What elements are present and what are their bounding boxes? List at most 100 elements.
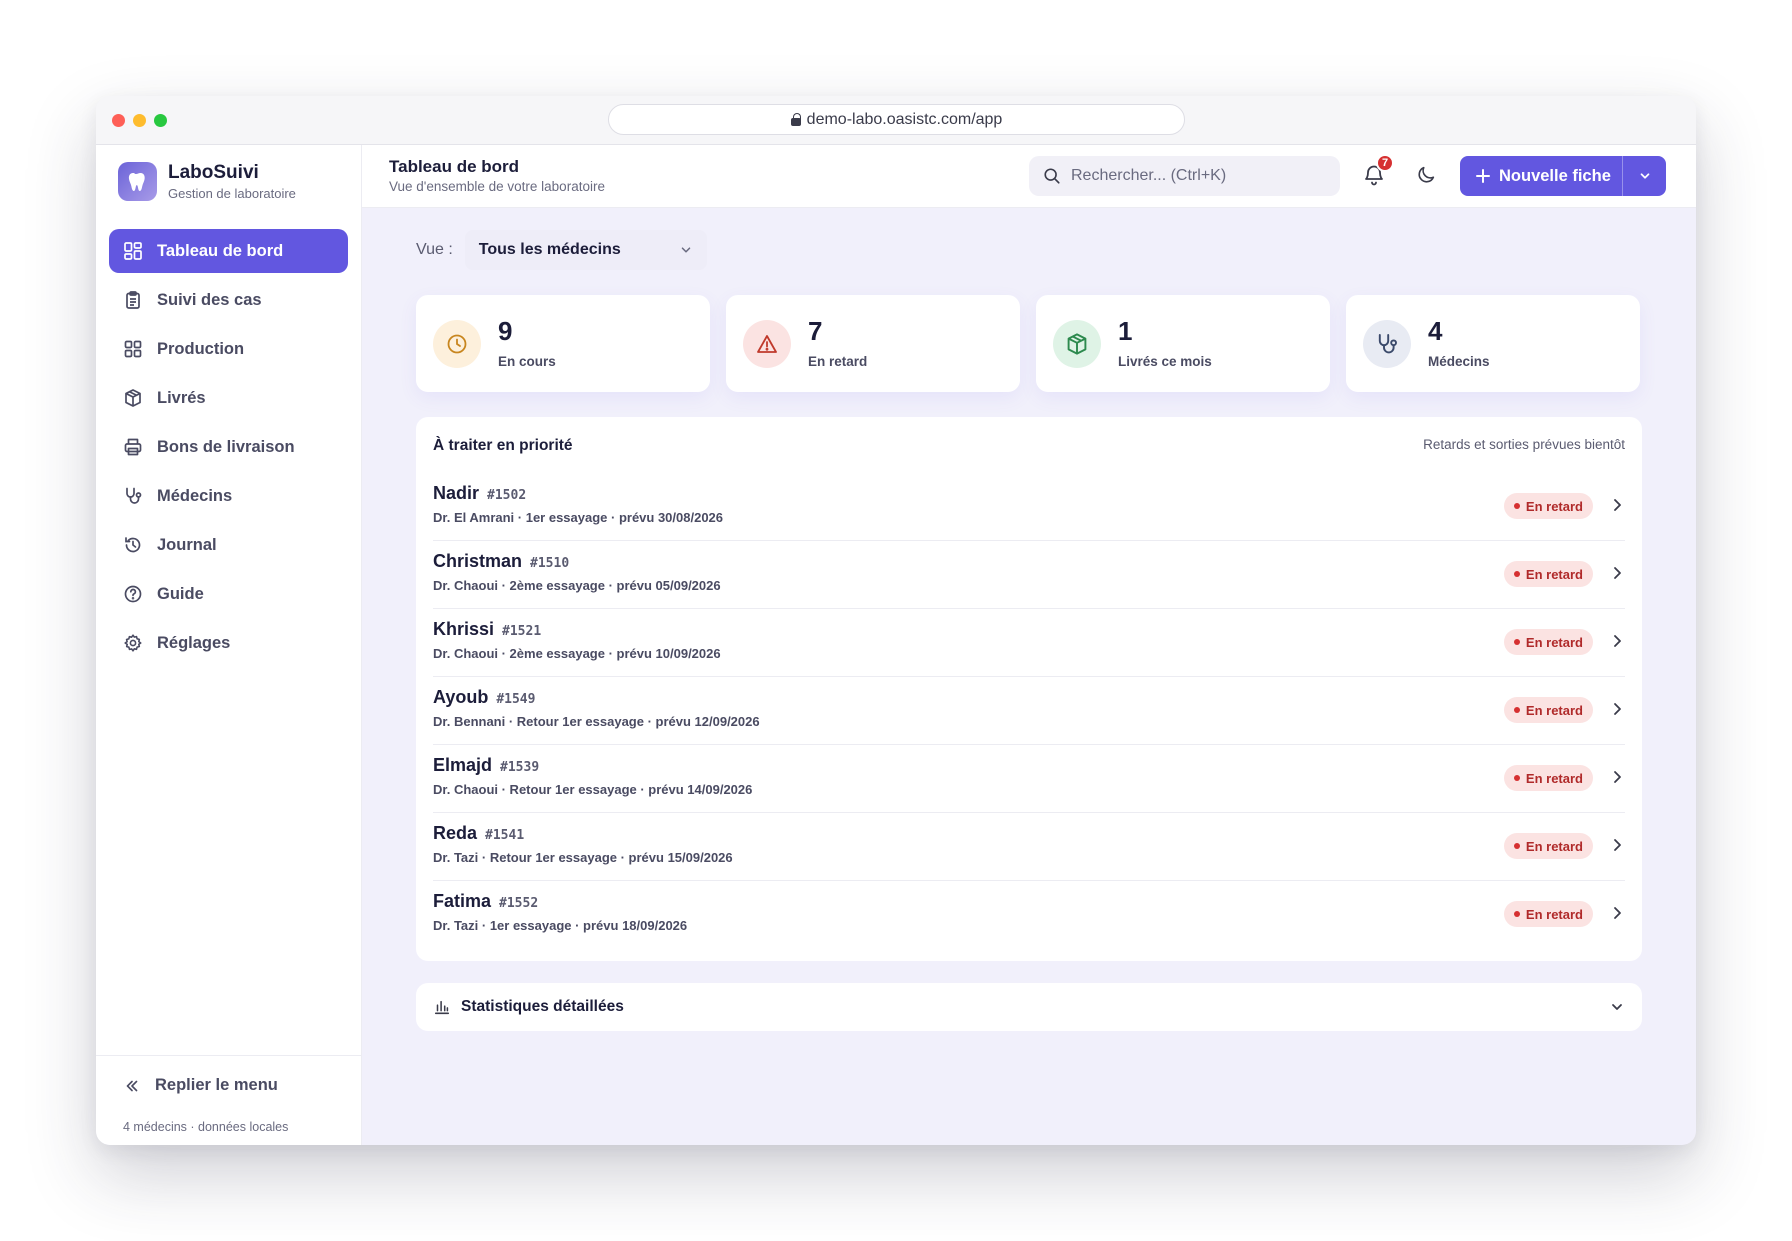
chevron-right-icon bbox=[1614, 635, 1621, 647]
list-item[interactable]: Ayoub #1549 Dr. Bennani · Retour 1er essa… bbox=[433, 677, 1625, 745]
url-text: demo-labo.oasistc.com/app bbox=[806, 110, 1003, 128]
close-window-button[interactable] bbox=[112, 114, 125, 127]
sidebar-item-livres[interactable]: Livrés bbox=[109, 376, 348, 420]
status-badge: En retard bbox=[1503, 765, 1593, 791]
stethoscope-icon bbox=[1363, 319, 1411, 368]
moon-icon[interactable] bbox=[1415, 164, 1437, 186]
case-id: #1510 bbox=[530, 556, 570, 571]
stat-value: 7 bbox=[808, 316, 823, 346]
case-meta: Dr. Bennani · Retour 1er essayage · prév… bbox=[433, 714, 760, 729]
sidebar-item-label: Guide bbox=[157, 584, 204, 603]
list-item[interactable]: Reda #1541 Dr. Tazi · Retour 1er essayage… bbox=[433, 813, 1625, 881]
chevrons-left-icon bbox=[126, 1080, 138, 1091]
chevron-right-icon bbox=[1614, 907, 1621, 919]
status-dot bbox=[1513, 503, 1520, 509]
dashboard-icon bbox=[124, 242, 142, 260]
doctor-filter-select[interactable]: Tous les médecins bbox=[464, 230, 707, 270]
stat-card-medecins[interactable]: 4 Médecins bbox=[1346, 295, 1640, 392]
stat-card-livres-ce-mois[interactable]: 1 Livrés ce mois bbox=[1036, 295, 1330, 392]
maximize-window-button[interactable] bbox=[154, 114, 167, 127]
sidebar-item-guide[interactable]: Guide bbox=[109, 572, 348, 616]
sidebar-item-label: Bons de livraison bbox=[157, 437, 295, 456]
case-name: Christman bbox=[433, 551, 523, 571]
doctor-filter-value: Tous les médecins bbox=[478, 241, 621, 258]
status-dot bbox=[1513, 571, 1520, 577]
grid-icon bbox=[124, 340, 142, 358]
sidebar-item-production[interactable]: Production bbox=[109, 327, 348, 371]
case-meta: Dr. Chaoui · 2ème essayage · prévu 10/09… bbox=[433, 646, 721, 661]
lock-icon bbox=[790, 113, 801, 126]
page-title: Tableau de bord bbox=[389, 157, 520, 176]
chevron-right-icon bbox=[1614, 703, 1621, 715]
stat-cards: 9 En cours 7 En retard 1 Livrés ce mois … bbox=[416, 295, 1640, 392]
list-item[interactable]: Nadir #1502 Dr. El Amrani · 1er essayage … bbox=[433, 473, 1625, 541]
priority-note: Retards et sorties prévues bientôt bbox=[1423, 437, 1625, 452]
case-id: #1549 bbox=[496, 692, 536, 707]
chevron-down-icon bbox=[1640, 173, 1649, 179]
stat-card-en-retard[interactable]: 7 En retard bbox=[726, 295, 1020, 392]
status-text: En retard bbox=[1525, 566, 1583, 582]
detailed-stats-title: Statistiques détaillées bbox=[461, 998, 624, 1015]
status-badge: En retard bbox=[1503, 629, 1593, 655]
priority-list: Nadir #1502 Dr. El Amrani · 1er essayage … bbox=[433, 473, 1625, 949]
page-subtitle: Vue d'ensemble de votre laboratoire bbox=[389, 179, 605, 194]
case-id: #1502 bbox=[487, 488, 527, 503]
sidebar-item-suivi-des-cas[interactable]: Suivi des cas bbox=[109, 278, 348, 322]
priority-title: À traiter en priorité bbox=[433, 437, 573, 454]
sidebar-item-journal[interactable]: Journal bbox=[109, 523, 348, 567]
case-meta: Dr. Tazi · Retour 1er essayage · prévu 1… bbox=[433, 850, 733, 865]
status-text: En retard bbox=[1525, 498, 1583, 514]
minimize-window-button[interactable] bbox=[133, 114, 146, 127]
case-meta: Dr. Chaoui · Retour 1er essayage · prévu… bbox=[433, 782, 753, 797]
new-record-label: Nouvelle fiche bbox=[1499, 166, 1611, 185]
status-text: En retard bbox=[1525, 634, 1583, 650]
sidebar-item-label: Réglages bbox=[157, 633, 231, 652]
case-meta: Dr. Chaoui · 2ème essayage · prévu 05/09… bbox=[433, 578, 721, 593]
new-record-button[interactable]: Nouvelle fiche bbox=[1460, 156, 1622, 196]
case-name-wrap: Ayoub #1549 bbox=[433, 687, 535, 708]
chevron-down-icon bbox=[681, 247, 691, 253]
status-text: En retard bbox=[1525, 702, 1583, 718]
case-name-wrap: Elmajd #1539 bbox=[433, 755, 539, 776]
case-meta: Dr. El Amrani · 1er essayage · prévu 30/… bbox=[433, 510, 724, 525]
status-dot bbox=[1513, 639, 1520, 645]
stat-value: 9 bbox=[498, 316, 513, 346]
clock-icon bbox=[433, 319, 481, 368]
collapse-menu-button[interactable]: Replier le menu bbox=[123, 1076, 278, 1095]
case-id: #1541 bbox=[485, 828, 525, 843]
sidebar-item-label: Livrés bbox=[157, 388, 206, 407]
status-badge: En retard bbox=[1503, 833, 1593, 859]
detailed-stats-toggle[interactable]: Statistiques détaillées bbox=[416, 983, 1642, 1031]
list-item[interactable]: Christman #1510 Dr. Chaoui · 2ème essayag… bbox=[433, 541, 1625, 609]
stat-label: En retard bbox=[808, 354, 868, 369]
sidebar-item-medecins[interactable]: Médecins bbox=[109, 474, 348, 518]
tooth-logo-icon bbox=[118, 162, 157, 201]
list-item[interactable]: Khrissi #1521 Dr. Chaoui · 2ème essayage … bbox=[433, 609, 1625, 677]
stat-label: En cours bbox=[498, 354, 556, 369]
stat-card-en-cours[interactable]: 9 En cours bbox=[416, 295, 710, 392]
plus-icon bbox=[1476, 169, 1490, 183]
sidebar-item-bons-de-livraison[interactable]: Bons de livraison bbox=[109, 425, 348, 469]
search-icon bbox=[1044, 168, 1060, 184]
sidebar-nav: Tableau de bord Suivi des cas Production… bbox=[109, 229, 348, 670]
brand-name: LaboSuivi bbox=[168, 162, 259, 183]
case-name: Reda bbox=[433, 823, 478, 843]
status-badge: En retard bbox=[1503, 901, 1593, 927]
list-item[interactable]: Fatima #1552 Dr. Tazi · 1er essayage · pr… bbox=[433, 881, 1625, 949]
new-record-dropdown-button[interactable] bbox=[1622, 156, 1666, 196]
browser-window: demo-labo.oasistc.com/app LaboSuivi Gest… bbox=[96, 96, 1696, 1145]
new-record-button-group: Nouvelle fiche bbox=[1460, 156, 1666, 196]
sidebar-item-label: Tableau de bord bbox=[157, 241, 284, 260]
sidebar-item-reglages[interactable]: Réglages bbox=[109, 621, 348, 665]
case-name: Nadir bbox=[433, 483, 480, 503]
status-text: En retard bbox=[1525, 770, 1583, 786]
clipboard-icon bbox=[126, 291, 140, 309]
status-dot bbox=[1513, 707, 1520, 713]
sidebar-item-tableau-de-bord[interactable]: Tableau de bord bbox=[109, 229, 348, 273]
url-bar[interactable]: demo-labo.oasistc.com/app bbox=[608, 104, 1185, 135]
list-item[interactable]: Elmajd #1539 Dr. Chaoui · Retour 1er essa… bbox=[433, 745, 1625, 813]
brand: LaboSuivi Gestion de laboratoire bbox=[118, 162, 296, 201]
sidebar-item-label: Production bbox=[157, 339, 245, 358]
search-input[interactable]: Rechercher... (Ctrl+K) bbox=[1029, 156, 1340, 196]
sidebar-item-label: Suivi des cas bbox=[157, 290, 262, 309]
